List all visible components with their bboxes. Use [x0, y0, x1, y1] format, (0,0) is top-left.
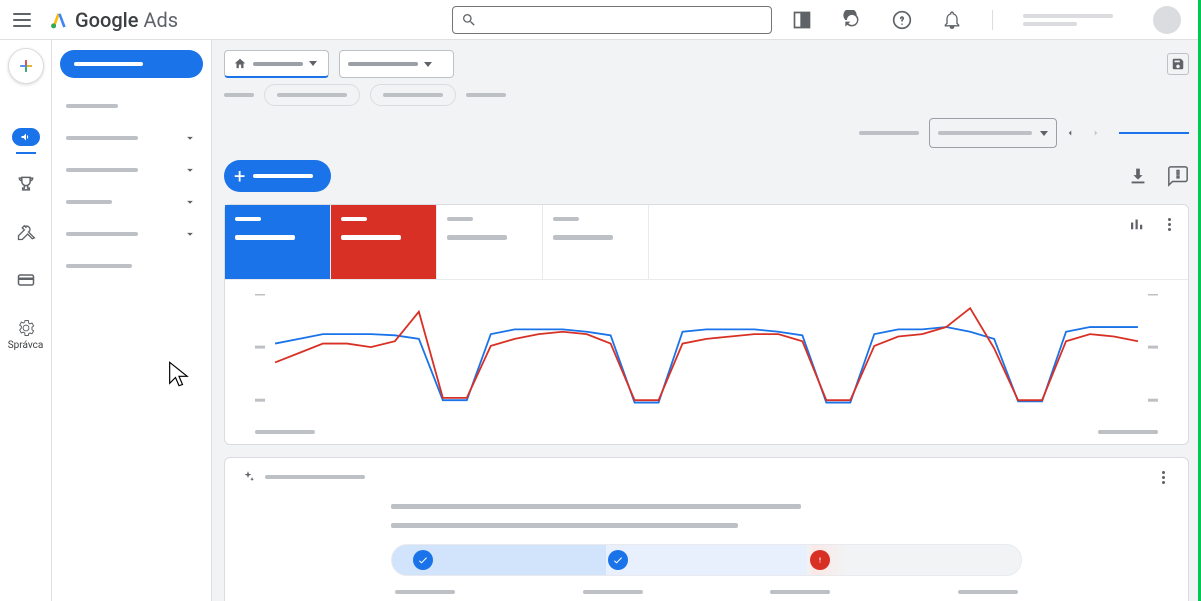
metric-tab-2[interactable] — [331, 205, 437, 279]
action-bar: + — [212, 156, 1201, 204]
gear-icon — [16, 318, 36, 338]
search-input[interactable] — [452, 6, 772, 34]
mouse-cursor — [165, 360, 193, 388]
separator — [992, 10, 993, 30]
side-panel — [52, 40, 212, 601]
ads-logo-icon — [49, 10, 69, 30]
save-view-icon[interactable] — [1167, 53, 1189, 75]
card-menu-icon[interactable] — [1154, 471, 1172, 484]
sparkle-icon — [241, 470, 255, 484]
progress-labels — [391, 590, 1022, 594]
rail-campaigns[interactable] — [0, 114, 51, 160]
new-campaign-button[interactable]: + — [224, 160, 331, 192]
scope-dropdown-2[interactable] — [339, 50, 454, 78]
progress-step-1 — [413, 550, 433, 570]
panel-row-2[interactable] — [60, 154, 203, 186]
panel-selected[interactable] — [60, 50, 203, 78]
refresh-icon[interactable] — [842, 10, 862, 30]
metric-tab-1[interactable] — [225, 205, 331, 279]
trophy-icon — [16, 174, 36, 194]
rail-goals[interactable] — [0, 160, 51, 208]
compare-toggle[interactable] — [1119, 132, 1189, 134]
logo[interactable]: Google Ads — [49, 8, 178, 32]
date-prev-button[interactable] — [1057, 120, 1083, 146]
metric-tabs — [225, 205, 1188, 280]
megaphone-icon — [19, 131, 33, 143]
app-header: Google Ads — [0, 0, 1201, 40]
metric-tab-3[interactable] — [437, 205, 543, 279]
chart-axis-labels — [225, 430, 1188, 444]
account-info[interactable] — [1023, 14, 1113, 26]
metrics-card — [224, 204, 1189, 445]
avatar[interactable] — [1153, 6, 1181, 34]
optimization-body — [241, 484, 1172, 594]
home-icon — [233, 57, 247, 71]
optimization-progress — [391, 544, 1022, 576]
filter-chips — [212, 84, 1201, 114]
chart-settings-icon[interactable] — [1128, 215, 1146, 233]
card-menu-icon[interactable] — [1160, 215, 1178, 233]
rail-tools[interactable] — [0, 208, 51, 256]
panel-row-1[interactable] — [60, 122, 203, 154]
panel-sub-row-2[interactable] — [60, 250, 203, 282]
date-controls — [212, 114, 1201, 156]
scope-dropdown-1[interactable] — [224, 50, 329, 78]
create-button[interactable] — [8, 48, 44, 84]
filter-chip-2[interactable] — [370, 84, 456, 106]
tools-icon — [16, 222, 36, 242]
feedback-icon[interactable] — [1167, 165, 1189, 187]
brand-text: Google Ads — [75, 8, 178, 32]
optimization-card — [224, 457, 1189, 601]
panel-row-3[interactable] — [60, 186, 203, 218]
line-chart — [225, 280, 1188, 430]
metric-tab-4[interactable] — [543, 205, 649, 279]
rail-admin[interactable]: Správca — [0, 304, 51, 365]
panel-sub-row[interactable] — [60, 90, 203, 122]
search-icon — [461, 12, 477, 28]
rail-billing[interactable] — [0, 256, 51, 304]
progress-step-3 — [810, 550, 830, 570]
help-icon[interactable] — [892, 10, 912, 30]
date-next-button[interactable] — [1083, 120, 1109, 146]
date-range-dropdown[interactable] — [929, 118, 1057, 148]
card-icon — [16, 270, 36, 290]
progress-step-2 — [608, 550, 628, 570]
menu-icon[interactable] — [10, 8, 34, 32]
appearance-icon[interactable] — [792, 10, 812, 30]
main-content: + — [212, 40, 1201, 601]
filter-chip-1[interactable] — [264, 84, 360, 106]
download-icon[interactable] — [1127, 165, 1149, 187]
panel-row-4[interactable] — [60, 218, 203, 250]
scope-bar — [212, 40, 1201, 84]
left-rail: Správca — [0, 40, 52, 601]
rail-admin-label: Správca — [8, 340, 44, 351]
notifications-icon[interactable] — [942, 10, 962, 30]
header-actions — [792, 6, 1181, 34]
